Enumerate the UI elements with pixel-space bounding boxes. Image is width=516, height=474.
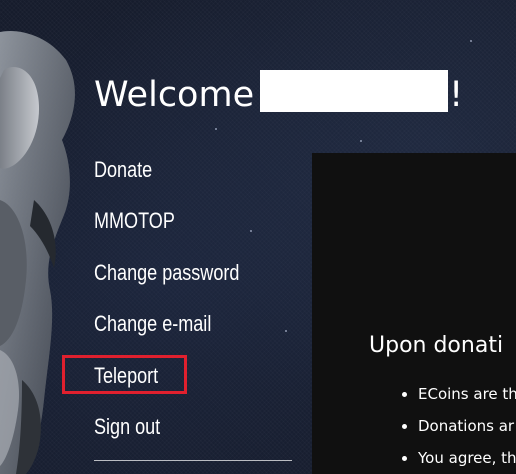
redacted-username — [260, 70, 449, 112]
background-star — [470, 40, 472, 42]
teleport-highlight-box — [62, 355, 187, 394]
menu-item-donate[interactable]: Donate — [94, 150, 152, 190]
welcome-greeting: Welcome — [94, 75, 255, 115]
background-star — [285, 330, 287, 332]
list-item: Donations ar — [418, 410, 516, 442]
menu-item-change-email[interactable]: Change e-mail — [94, 304, 211, 344]
background-star — [360, 140, 362, 142]
welcome-heading: Welcome! — [94, 70, 463, 119]
menu-divider — [94, 460, 292, 461]
list-item: You agree, th — [418, 442, 516, 474]
donation-heading: Upon donati — [369, 333, 504, 358]
menu-item-change-password[interactable]: Change password — [94, 253, 239, 293]
menu-item-mmotop[interactable]: MMOTOP — [94, 201, 175, 241]
hero-character-art — [0, 31, 75, 474]
background-star — [215, 128, 217, 130]
donation-terms-list: ECoins are th Donations ar You agree, th — [398, 378, 516, 474]
background-star — [250, 230, 252, 232]
content-panel: Upon donati ECoins are th Donations ar Y… — [312, 153, 516, 474]
list-item: ECoins are th — [418, 378, 516, 410]
menu-item-sign-out[interactable]: Sign out — [94, 407, 160, 447]
welcome-suffix: ! — [449, 75, 464, 115]
